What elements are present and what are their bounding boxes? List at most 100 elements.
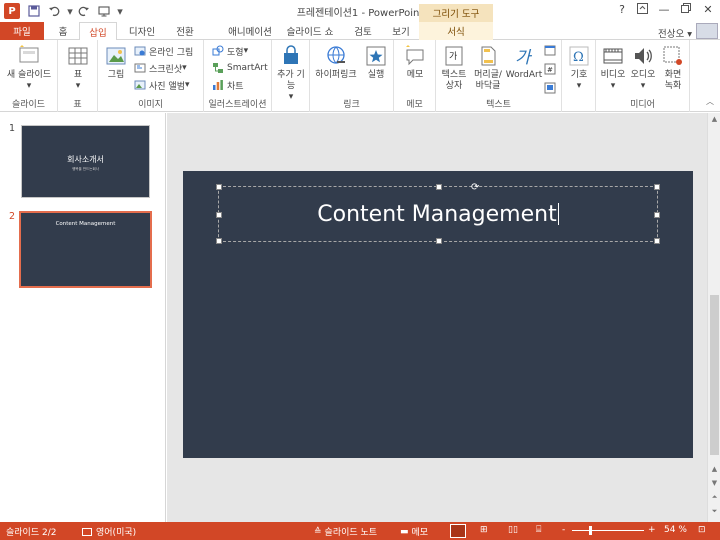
chart-button[interactable]: 차트	[212, 78, 244, 92]
slide-title[interactable]: Content Management	[317, 202, 556, 227]
zoom-in-button[interactable]: +	[648, 525, 656, 535]
reading-view-icon[interactable]: ▯▯	[508, 525, 518, 535]
video-button[interactable]: 비디오 ▾	[598, 44, 628, 91]
group-symbols: Ω 기호 ▾	[562, 40, 596, 112]
slideshow-view-icon[interactable]: ⌸	[536, 525, 541, 535]
wordart-button[interactable]: 가 WordArt	[506, 44, 543, 81]
wordart-icon: 가	[515, 48, 533, 68]
group-apps: 추가 기능 ▾	[272, 40, 310, 112]
avatar[interactable]	[696, 23, 718, 39]
scroll-down-icon[interactable]: ▼	[709, 479, 720, 491]
tab-animations[interactable]: 애니메이션	[222, 22, 278, 40]
slide-thumbnail-1[interactable]: 회사소개서 행복을 만드는회사	[21, 125, 150, 198]
table-icon	[68, 47, 88, 65]
thumbnail-title: Content Management	[55, 221, 116, 227]
title-placeholder[interactable]: ⟳ Content Management	[216, 182, 660, 244]
screen-recording-button[interactable]: 화면 녹화	[660, 44, 686, 92]
window-title: 프레젠테이션1 - PowerPoint	[296, 8, 424, 19]
picture-button[interactable]: 그림	[102, 44, 130, 81]
tab-design[interactable]: 디자인	[122, 22, 162, 40]
textbox-button[interactable]: 가 텍스트 상자	[438, 44, 470, 92]
restore-button[interactable]	[678, 3, 694, 16]
comment-button[interactable]: 메모	[400, 44, 430, 81]
previous-slide-icon[interactable]: ⏶	[709, 493, 720, 505]
language-status[interactable]: 영어(미국)	[82, 525, 136, 538]
screenshot-button[interactable]: 스크린샷 ▾	[134, 61, 187, 75]
action-button[interactable]: 실행	[362, 44, 390, 81]
zoom-out-button[interactable]: -	[562, 525, 565, 535]
group-tables: 표 ▾ 표	[58, 40, 98, 112]
vertical-scrollbar[interactable]: ▲ ▲ ▼ ⏶ ⏷	[707, 113, 720, 522]
tab-insert[interactable]: 삽입	[79, 22, 117, 41]
audio-button[interactable]: 오디오 ▾	[628, 44, 658, 91]
minimize-button[interactable]: —	[656, 3, 672, 16]
slide-thumbnail-2[interactable]: Content Management	[19, 211, 152, 288]
normal-view-icon[interactable]	[450, 524, 466, 538]
comments-status-button[interactable]: ▬ 메모	[400, 525, 428, 539]
slide-thumbnails-pane[interactable]: 1 회사소개서 행복을 만드는회사 2 Content Management	[0, 113, 166, 522]
resize-handle-sw[interactable]	[216, 238, 222, 244]
tab-view[interactable]: 보기	[386, 22, 416, 40]
thumbnail-subtitle: 행복을 만드는회사	[72, 167, 99, 171]
table-button[interactable]: 표 ▾	[64, 44, 92, 91]
smartart-button[interactable]: SmartArt	[212, 61, 268, 75]
screenshot-icon	[134, 63, 146, 73]
photo-album-button[interactable]: 사진 앨범 ▾	[134, 78, 190, 92]
tab-format[interactable]: 서식	[419, 22, 493, 40]
object-icon[interactable]	[544, 82, 556, 94]
group-label-media: 미디어	[630, 100, 655, 110]
resize-handle-w[interactable]	[216, 212, 222, 218]
speaker-icon	[635, 48, 652, 64]
group-label-comments: 메모	[406, 100, 423, 110]
slide-editor[interactable]: ⟳ Content Management	[167, 113, 707, 522]
symbols-button[interactable]: Ω 기호 ▾	[565, 44, 593, 91]
resize-handle-e[interactable]	[654, 212, 660, 218]
resize-handle-ne[interactable]	[654, 184, 660, 190]
date-time-icon[interactable]	[544, 44, 556, 56]
fit-slide-icon[interactable]: ⊡	[698, 525, 706, 535]
collapse-ribbon-icon[interactable]: ︿	[706, 96, 714, 107]
resize-handle-n[interactable]	[436, 184, 442, 190]
zoom-level[interactable]: 54 %	[664, 525, 687, 535]
svg-text:가: 가	[449, 51, 457, 62]
shapes-icon	[212, 45, 224, 56]
new-slide-button[interactable]: 새 슬라이드 ▾	[4, 44, 54, 91]
tab-review[interactable]: 검토	[348, 22, 378, 40]
group-label-tables: 표	[73, 100, 82, 110]
scroll-up-small-icon[interactable]: ▲	[709, 465, 720, 477]
scroll-up-icon[interactable]: ▲	[709, 115, 720, 127]
slide-number-icon[interactable]: #	[544, 63, 556, 75]
hyperlink-button[interactable]: 하이퍼링크	[313, 44, 359, 81]
next-slide-icon[interactable]: ⏷	[709, 507, 720, 519]
user-name: 전상오	[657, 29, 685, 40]
header-footer-button[interactable]: 머리글/ 바닥글	[470, 44, 506, 92]
tab-home[interactable]: 홈	[50, 22, 76, 40]
tab-slideshow[interactable]: 슬라이드 쇼	[282, 22, 338, 40]
rotate-handle-icon[interactable]: ⟳	[471, 182, 479, 193]
help-button[interactable]: ?	[614, 3, 630, 16]
resize-handle-nw[interactable]	[216, 184, 222, 190]
comment-icon: ▬	[400, 526, 409, 537]
scroll-thumb[interactable]	[710, 295, 719, 455]
notes-button[interactable]: ≙ 슬라이드 노트	[314, 525, 377, 539]
thumbnail-title: 회사소개서	[67, 155, 104, 164]
resize-handle-se[interactable]	[654, 238, 660, 244]
slide-sorter-view-icon[interactable]: ⊞	[480, 525, 488, 535]
tab-file[interactable]: 파일	[0, 22, 44, 40]
svg-text:#: #	[547, 66, 553, 74]
user-account[interactable]: 전상오 ▾	[658, 26, 692, 40]
current-slide[interactable]: ⟳ Content Management	[183, 171, 693, 458]
apps-button[interactable]: 추가 기능 ▾	[275, 44, 307, 102]
close-button[interactable]: ✕	[700, 3, 716, 16]
tab-transitions[interactable]: 전환	[170, 22, 200, 40]
omega-icon: Ω	[569, 46, 589, 66]
ribbon-display-options-icon[interactable]	[634, 3, 650, 17]
zoom-slider[interactable]	[572, 526, 644, 535]
online-picture-button[interactable]: 온라인 그림	[134, 44, 193, 58]
resize-handle-s[interactable]	[436, 238, 442, 244]
slide-counter[interactable]: 슬라이드 2/2	[6, 525, 56, 538]
group-images: 그림 온라인 그림 스크린샷 ▾ 사진 앨범 ▾ 이미지	[98, 40, 204, 112]
shapes-button[interactable]: 도형 ▾	[212, 44, 248, 58]
zoom-slider-thumb[interactable]	[588, 526, 592, 535]
thumbnail-number: 2	[9, 211, 16, 222]
